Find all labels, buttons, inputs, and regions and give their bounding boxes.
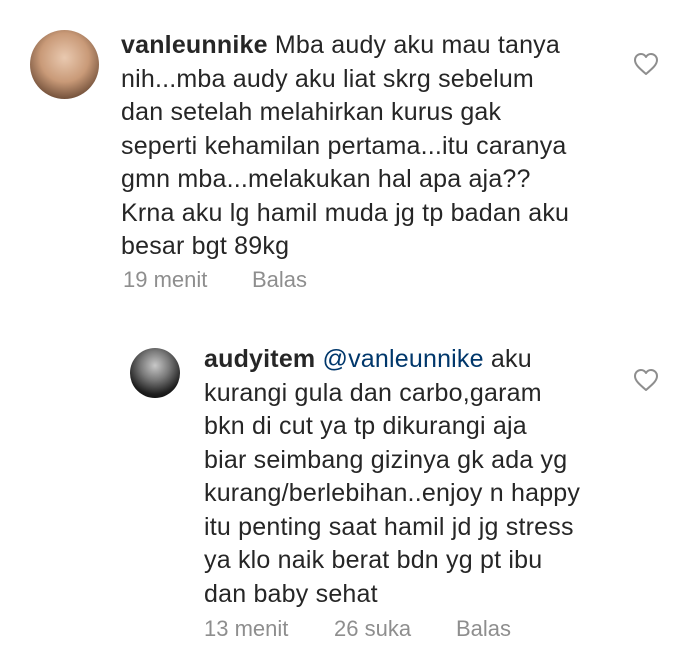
avatar[interactable]	[127, 345, 183, 401]
comment-text: audyitem @vanleunnike aku kurangi gula d…	[204, 343, 580, 611]
comment-line: dan setelah melahirkan kurus gak	[121, 98, 502, 126]
comment-timestamp: 19 menit	[123, 267, 208, 292]
comment-line: besar bgt 89kg	[121, 232, 290, 260]
comment-line: bkn di cut ya tp dikurangi aja	[204, 412, 527, 440]
comment-line: kurang/berlebihan..enjoy n happy	[204, 479, 581, 507]
comment-line: ya klo naik berat bdn yg pt ibu	[204, 546, 543, 574]
comment-username[interactable]: audyitem	[204, 345, 315, 373]
comment-line: Krna aku lg hamil muda jg tp badan aku	[121, 198, 570, 227]
comment-line: itu penting saat hamil jd jg stress	[204, 512, 574, 541]
comment-line: kurangi gula dan carbo,garam	[204, 378, 542, 407]
mention-link[interactable]: @vanleunnike	[323, 345, 484, 373]
reply-button[interactable]: Balas	[252, 267, 307, 293]
avatar[interactable]	[30, 30, 99, 99]
comment-line: aku	[490, 345, 532, 373]
comment-text: vanleunnike Mba audy aku mau tanya nih..…	[121, 29, 569, 264]
comment-line: dan baby sehat	[204, 579, 378, 608]
comment-line: Mba audy aku mau tanya	[274, 31, 560, 59]
comment-username[interactable]: vanleunnike	[121, 31, 268, 59]
comment-line: seperti kehamilan pertama...itu caranya	[121, 131, 567, 160]
comment-line: nih...mba audy aku liat skrg sebelum	[121, 64, 534, 93]
reply-button[interactable]: Balas	[456, 616, 511, 642]
comment-line: gmn mba...melakukan hal apa aja??	[121, 165, 531, 193]
comment-timestamp: 13 menit	[204, 616, 289, 641]
heart-outline-icon[interactable]	[633, 368, 659, 392]
comment-line: biar seimbang gizinya gk ada yg	[204, 445, 568, 474]
heart-outline-icon[interactable]	[633, 52, 659, 76]
comment-item: vanleunnike Mba audy aku mau tanya nih..…	[0, 0, 700, 320]
avatar-image	[130, 348, 180, 398]
likes-count[interactable]: 26 suka	[334, 616, 411, 642]
